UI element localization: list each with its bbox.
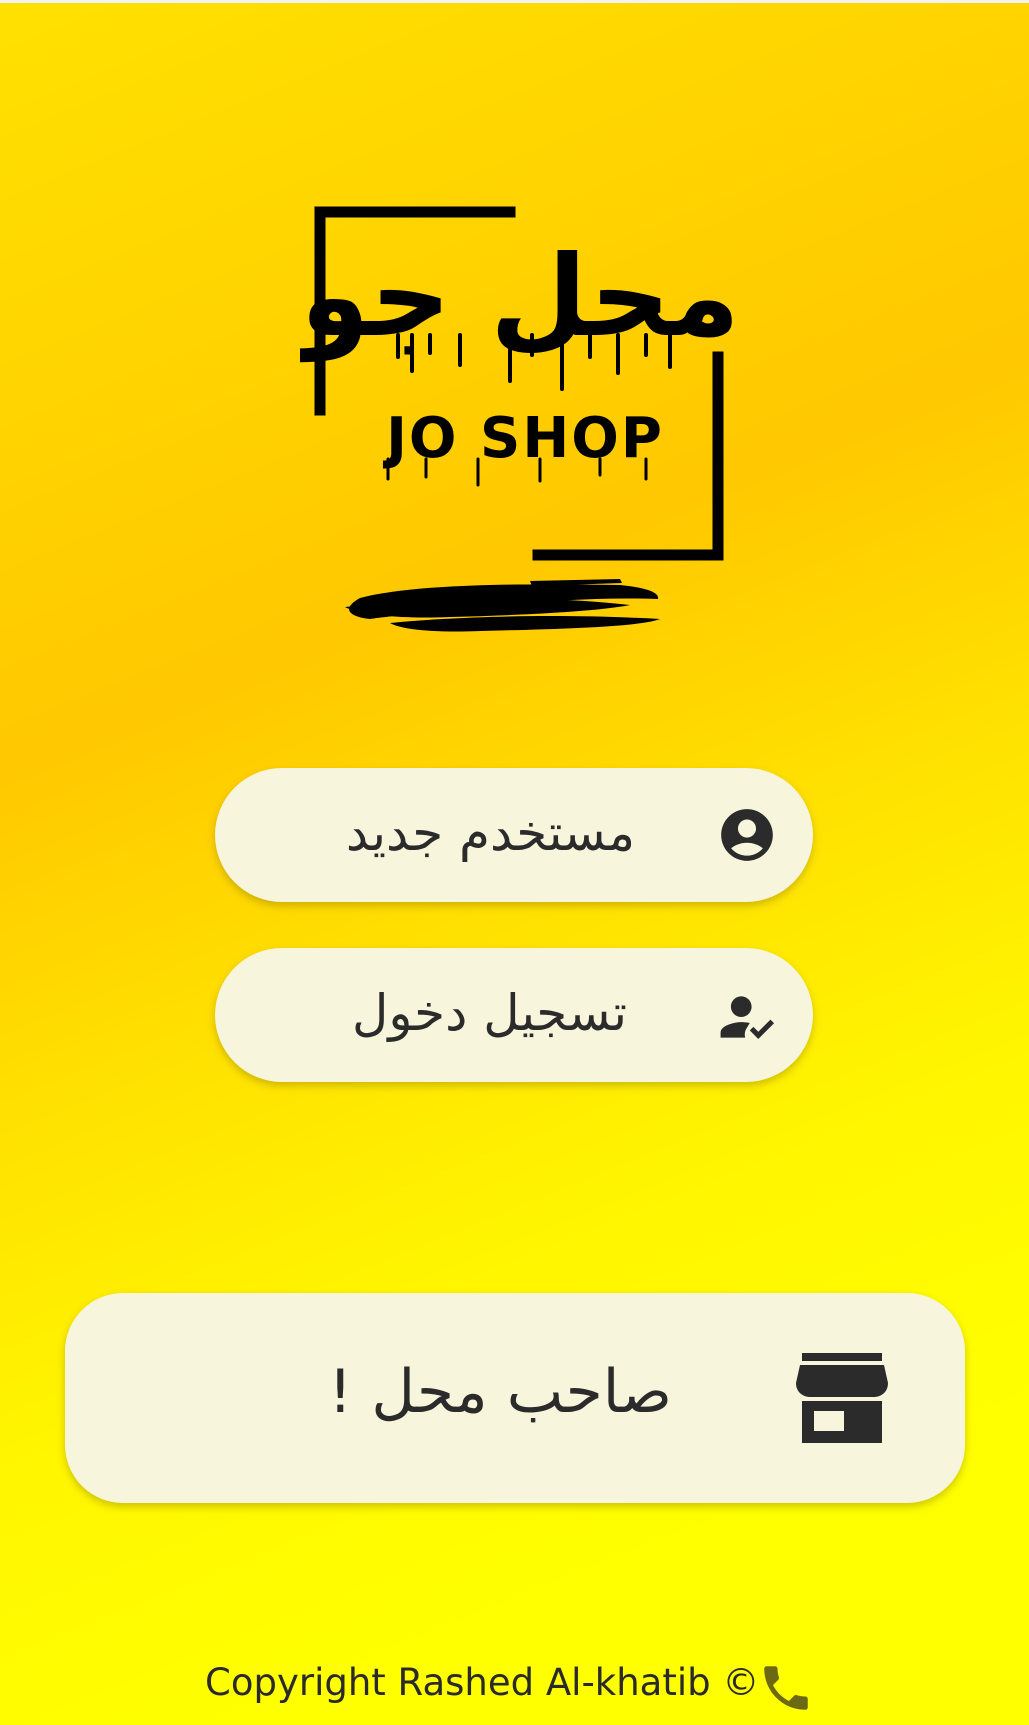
logo-english-text: JO SHOP [382, 406, 664, 471]
copyright-text: Copyright Rashed Al-khatib © [205, 1661, 760, 1704]
phone-icon[interactable] [757, 1659, 815, 1717]
shop-owner-button[interactable]: صاحب محل ! [65, 1293, 965, 1503]
app-logo: محل جو JO SHOP [300, 195, 740, 655]
how-to-reg-icon [718, 986, 780, 1048]
shop-owner-label: صاحب محل ! [328, 1357, 672, 1427]
new-user-button[interactable]: مستخدم جديد [215, 768, 813, 902]
login-button[interactable]: تسجيل دخول [215, 948, 813, 1082]
status-bar-edge [0, 0, 1029, 3]
account-circle-icon [716, 804, 778, 866]
footer: Copyright Rashed Al-khatib © [0, 1655, 1029, 1715]
storefront-icon [796, 1353, 888, 1443]
login-screen: محل جو JO SHOP مستخدم جديد تسجيل دخول صا… [0, 0, 1029, 1725]
logo-arabic-text: محل جو [300, 232, 740, 362]
login-label: تسجيل دخول [352, 984, 627, 1042]
new-user-label: مستخدم جديد [345, 804, 635, 862]
